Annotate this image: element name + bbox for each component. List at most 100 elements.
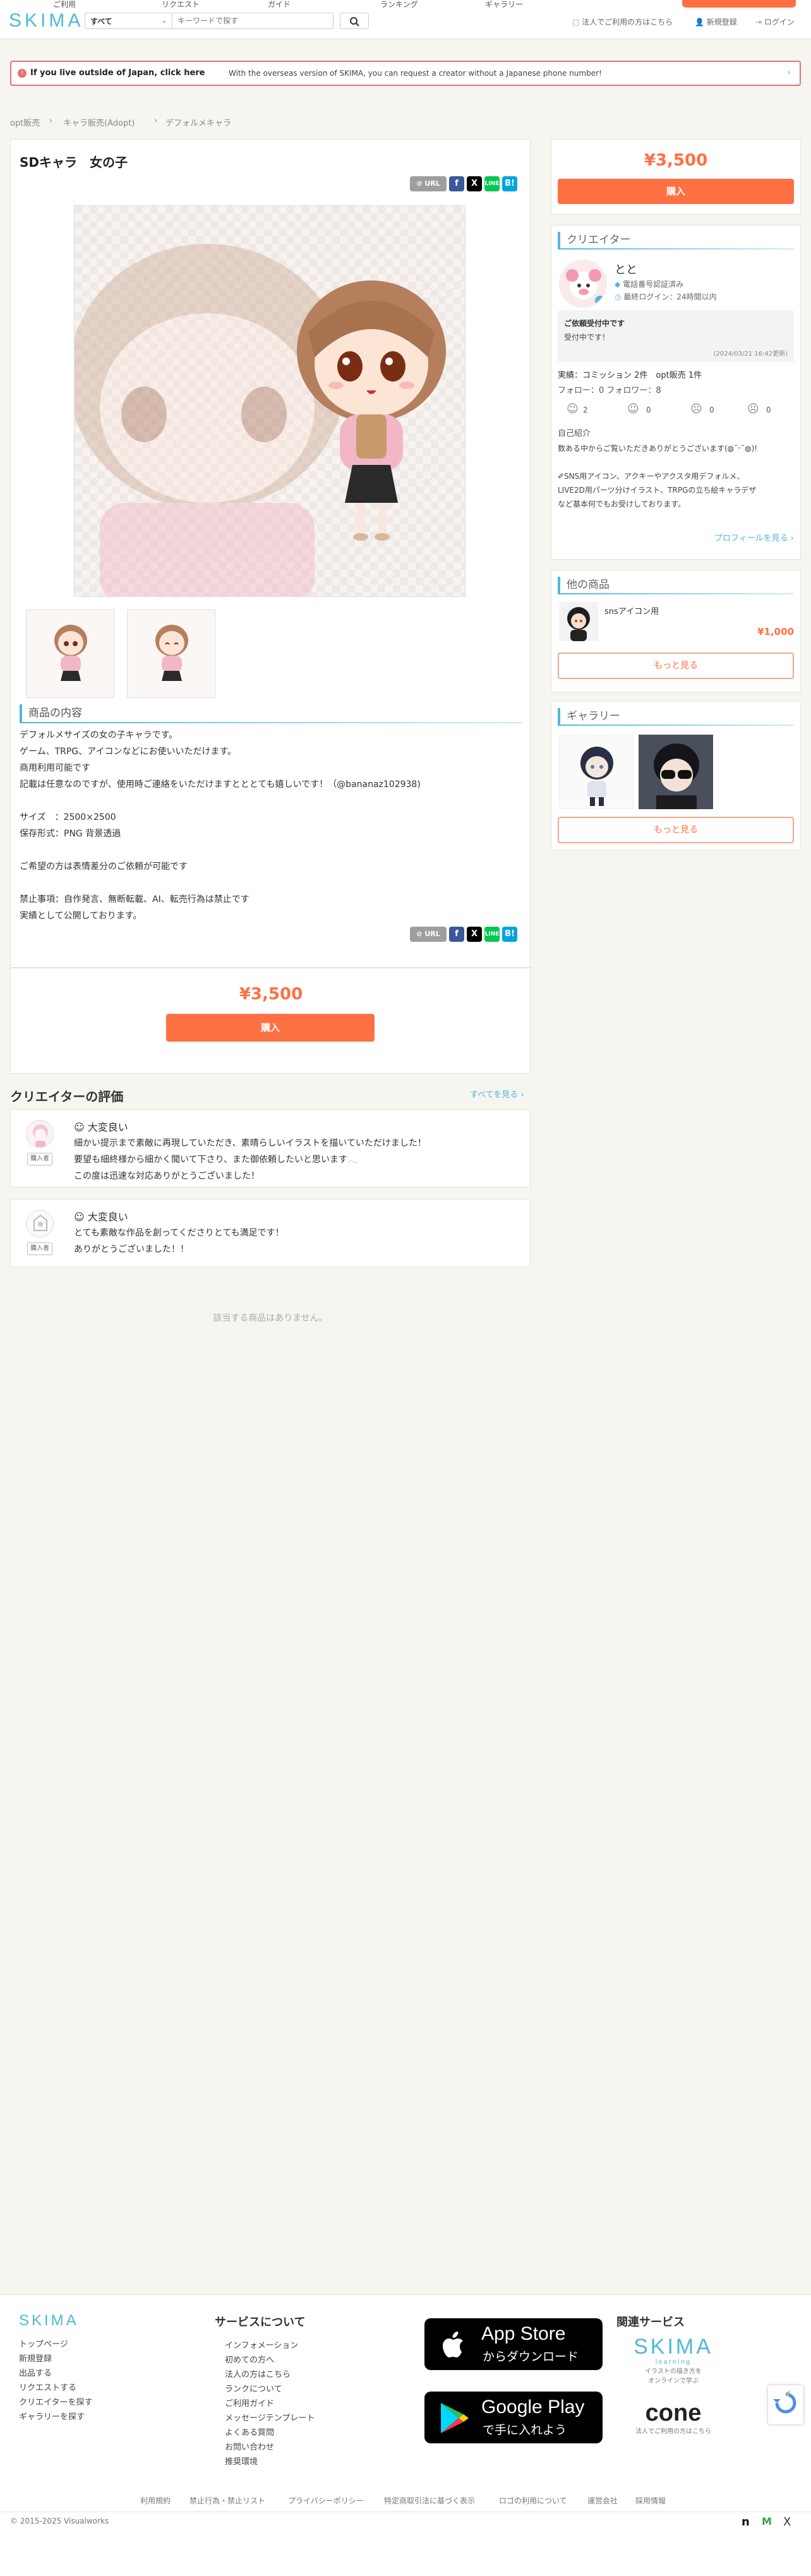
good-face-icon: ☺ [627, 402, 639, 416]
creator-stats: 実績：コミッション 2件 opt販売 1件 [558, 371, 702, 380]
app-store-small: からダウンロード [483, 2350, 579, 2364]
purchase-block: ¥3,500 購入 [11, 967, 531, 1074]
footer-link[interactable]: 採用情報 [635, 2495, 666, 2506]
copy-url-button[interactable]: ⊘ URL [410, 927, 447, 942]
creator-name[interactable]: とと [615, 261, 637, 277]
footer-nav-item[interactable]: 出品する [19, 2366, 92, 2381]
related-services-title: 関連サービス [616, 2316, 685, 2329]
shield-icon: ◆ [615, 280, 621, 289]
footer-link[interactable]: 運営会社 [587, 2495, 618, 2506]
other-products-more-button[interactable]: もっと見る [558, 653, 794, 679]
line-icon[interactable]: LINE [484, 927, 500, 942]
neutral-face-icon: ☹ [690, 402, 702, 416]
services-item[interactable]: 初めての方へ [225, 2353, 315, 2368]
footer-nav-item[interactable]: 新規登録 [19, 2352, 92, 2366]
buyer-badge: 購入者 [27, 1243, 52, 1255]
search-button[interactable] [340, 13, 369, 29]
login-link[interactable]: ⇥ ログイン [755, 16, 795, 27]
profile-link[interactable]: プロフィールを見る › [714, 531, 794, 543]
breadcrumb-item-2: デフォルメキャラ [165, 119, 232, 128]
x-icon[interactable]: X [467, 927, 482, 942]
services-item[interactable]: ランクについて [225, 2382, 315, 2397]
search-input[interactable] [172, 13, 333, 29]
sidebar-buy-button[interactable]: 購入 [558, 179, 794, 204]
google-play-small: で手に入れよう [483, 2423, 567, 2437]
footer-link[interactable]: 禁止行為・禁止リスト [189, 2495, 265, 2506]
copy-url-button[interactable]: ⊘ URL [410, 176, 447, 191]
gallery-item-2[interactable] [639, 735, 713, 809]
desc-line [20, 793, 519, 809]
footer-nav-item[interactable]: トップページ [19, 2337, 92, 2352]
breadcrumb-item-1[interactable]: キャラ販売(Adopt) [63, 116, 135, 128]
services-item[interactable]: メッセージテンプレート [225, 2411, 315, 2426]
hatena-icon[interactable]: B! [502, 176, 517, 191]
section-title: クリエイター [558, 232, 794, 248]
footer-nav-item[interactable]: クリエイターを探す [19, 2395, 92, 2410]
breadcrumb-item-0[interactable]: opt販売 [10, 116, 40, 128]
gallery-more-button[interactable]: もっと見る [558, 817, 794, 843]
top-link-3[interactable]: ランキング [380, 0, 418, 9]
footer-nav-item[interactable]: ギャラリーを探す [19, 2410, 92, 2424]
product-price: ¥3,500 [239, 985, 303, 1004]
other-product-name[interactable]: snsアイコン用 [604, 605, 659, 617]
footer-link[interactable]: ロゴの利用について [499, 2495, 567, 2506]
product-main-image[interactable] [74, 205, 466, 597]
footer-link[interactable]: プライバシーポリシー [288, 2495, 364, 2506]
sidebar-purchase-card: ¥3,500 購入 [551, 139, 801, 215]
register-link[interactable]: 👤 新規登録 [695, 16, 737, 27]
buy-button[interactable]: 購入 [166, 1014, 375, 1042]
status-text: 受付中です！ [564, 333, 610, 342]
bad-face-icon: ☹ [747, 402, 759, 416]
product-thumbnail-2[interactable] [127, 610, 215, 698]
copyright: © 2015-2025 Visualworks [10, 2517, 109, 2525]
services-item[interactable]: 法人の方はこちら [225, 2368, 315, 2382]
footer-logo[interactable]: SKIMA [19, 2312, 79, 2330]
hatena-icon[interactable]: B! [502, 927, 517, 942]
rating-count-good: 0 [646, 406, 651, 414]
skima-learning-link[interactable]: SKIMA learning イラストの描き方を オンラインで学ぶ [629, 2335, 718, 2385]
services-item[interactable]: 推奨環境 [225, 2455, 315, 2469]
top-link-2[interactable]: ガイド [268, 0, 291, 9]
cone-desc: 法人でご利用の方はこちら [635, 2428, 711, 2435]
creator-avatar[interactable] [559, 260, 607, 308]
login-icon: ⇥ [755, 18, 762, 27]
x-footer-icon[interactable]: X [783, 2515, 791, 2529]
review-rating: ☺ 大変良い [74, 1211, 128, 1223]
niconico-icon[interactable]: M [762, 2515, 772, 2527]
top-link-0[interactable]: ご利用 [53, 0, 76, 9]
overseas-banner[interactable]: ! If you live outside of Japan, click he… [10, 61, 801, 86]
facebook-icon[interactable]: f [449, 176, 464, 191]
site-logo[interactable]: SKIMA [9, 10, 83, 32]
product-thumbnail-1[interactable] [26, 610, 114, 698]
sidebar-price: ¥3,500 [644, 151, 708, 170]
x-icon[interactable]: X [467, 176, 482, 191]
review-line: 要望も細終様から細かく聞いて下さり、また御依頼したいと思います𓂃 [74, 1155, 358, 1165]
character-illustration [75, 206, 465, 596]
footer-link[interactable]: 利用規約 [140, 2495, 171, 2506]
gallery-item-1[interactable] [559, 735, 634, 809]
services-item[interactable]: インフォメーション [225, 2338, 315, 2353]
line-icon[interactable]: LINE [484, 176, 500, 191]
review-rating: ☺ 大変良い [74, 1121, 128, 1133]
top-link-1[interactable]: リクエスト [162, 0, 200, 9]
other-product-thumbnail[interactable] [559, 602, 598, 641]
facebook-icon[interactable]: f [449, 927, 464, 942]
corporate-link[interactable]: ▢ 法人でご利用の方はこちら [572, 16, 673, 27]
reviews-see-all-link[interactable]: すべてを見る › [470, 1088, 524, 1100]
footer-link[interactable]: 特定商取引法に基づく表示 [384, 2495, 475, 2506]
category-select[interactable]: すべて ⌄ [85, 13, 173, 29]
top-link-4[interactable]: ギャラリー [485, 0, 523, 9]
recaptcha-badge[interactable] [768, 2385, 803, 2424]
google-play-button[interactable]: Google Play で手に入れよう [424, 2392, 603, 2443]
footer-nav-item[interactable]: リクエストする [19, 2381, 92, 2395]
services-item[interactable]: ご利用ガイド [225, 2397, 315, 2411]
services-item[interactable]: よくある質問 [225, 2426, 315, 2440]
app-store-button[interactable]: App Store からダウンロード [424, 2318, 603, 2370]
cone-link[interactable]: cone 法人でご利用の方はこちら [629, 2400, 718, 2435]
top-cta[interactable] [682, 0, 796, 8]
review-item: 購入者 ☺ 大変良い とても素敵な作品を創ってくださりとても満足です！ ありがと… [10, 1199, 531, 1267]
note-icon[interactable]: n [742, 2515, 750, 2529]
share-buttons-bottom: ⊘ URL f X LINE B! [407, 927, 517, 942]
reviewer-avatar [26, 1210, 54, 1237]
services-item[interactable]: お問い合わせ [225, 2440, 315, 2455]
